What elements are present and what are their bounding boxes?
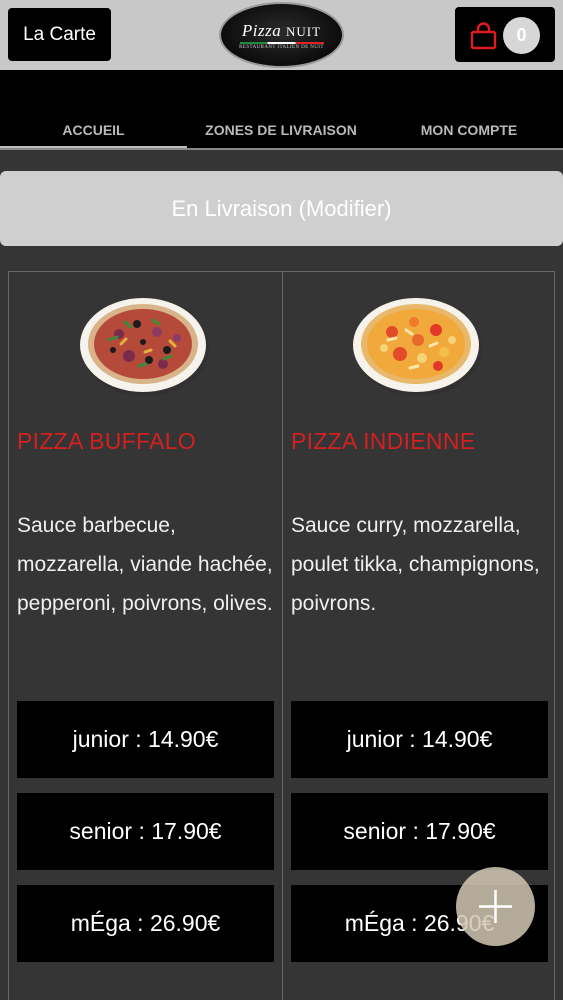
logo-subtitle: RESTAURANT ITALIEN DE NUIT <box>239 44 324 50</box>
tab-accueil[interactable]: ACCUEIL <box>0 122 187 148</box>
top-header: La Carte Pizza NUIT RESTAURANT ITALIEN D… <box>0 0 563 70</box>
nav-bar: ACCUEIL ZONES DE LIVRAISON MON COMPTE <box>0 70 563 150</box>
price-junior-button[interactable]: junior : 14.90€ <box>291 701 548 778</box>
product-name: PIZZA INDIENNE <box>291 428 476 454</box>
pizza-indienne-image[interactable] <box>352 294 484 398</box>
price-senior-button[interactable]: senior : 17.90€ <box>291 793 548 870</box>
product-card: PIZZA BUFFALO Sauce barbecue, mozzarella… <box>9 272 282 1000</box>
cart-button[interactable]: 0 <box>455 7 555 62</box>
cart-count-badge: 0 <box>503 17 540 54</box>
product-description: Sauce barbecue, mozzarella, viande haché… <box>17 514 273 615</box>
logo-italian-stripe <box>239 41 324 44</box>
product-name: PIZZA BUFFALO <box>17 428 196 454</box>
tab-mon-compte[interactable]: MON COMPTE <box>375 122 563 148</box>
pizza-nuit-logo[interactable]: Pizza NUIT RESTAURANT ITALIEN DE NUIT <box>219 2 344 68</box>
tab-zones-de-livraison[interactable]: ZONES DE LIVRAISON <box>187 122 375 148</box>
nav-divider <box>0 148 563 150</box>
shopping-bag-icon <box>470 22 497 50</box>
add-floating-button[interactable] <box>456 867 535 946</box>
price-mega-button[interactable]: mÉga : 26.90€ <box>17 885 274 962</box>
la-carte-button[interactable]: La Carte <box>8 8 111 61</box>
logo-title: Pizza NUIT <box>241 20 322 40</box>
delivery-mode-button[interactable]: En Livraison (Modifier) <box>0 171 563 246</box>
product-description: Sauce curry, mozzarella, poulet tikka, c… <box>291 514 540 615</box>
price-junior-button[interactable]: junior : 14.90€ <box>17 701 274 778</box>
price-senior-button[interactable]: senior : 17.90€ <box>17 793 274 870</box>
pizza-buffalo-image[interactable] <box>79 294 211 398</box>
plus-icon <box>479 890 512 923</box>
